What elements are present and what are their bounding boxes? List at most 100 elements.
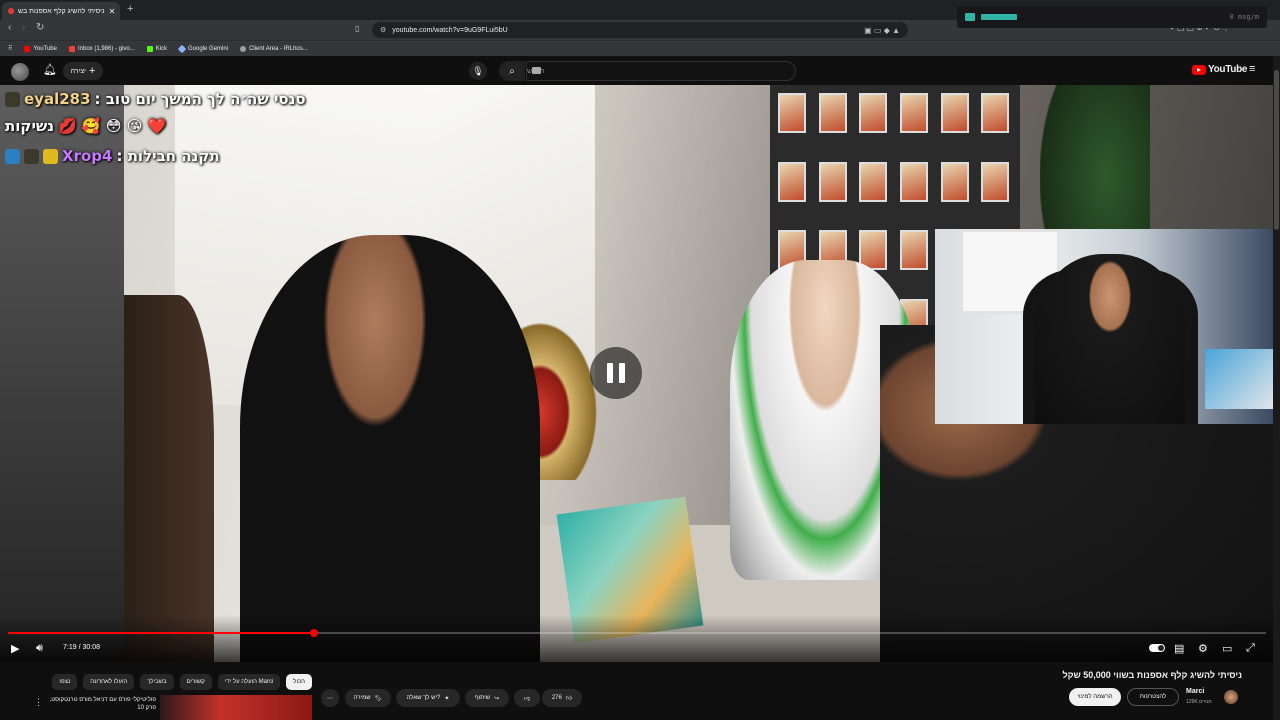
site-info-icon[interactable]: ⚙ [380, 26, 386, 34]
channel-name[interactable]: Marci [1186, 688, 1204, 695]
chat-text: : תקנה חבילות [116, 147, 220, 165]
time-display: 7:19 / 30:08 [63, 644, 100, 651]
sparkle-icon: ✦ [444, 695, 450, 702]
ask-button[interactable]: יש לך שאלה? ✦ [396, 689, 460, 707]
youtube-play-icon [1192, 64, 1206, 75]
video-person-center [240, 235, 540, 662]
chat-message: eyal283 : סנסי שה׳ה לך המשך יום טוב [5, 90, 306, 108]
subscribe-button[interactable]: הרשמה למינוי [1069, 688, 1121, 706]
close-tab-icon[interactable]: ✕ [109, 7, 116, 16]
gmail-icon [68, 45, 75, 52]
share-button[interactable]: שיתוף ↪ [465, 689, 509, 707]
play-icon[interactable]: ▶ [11, 642, 19, 655]
bookmark-item[interactable]: Client Area - IRLhos... [240, 45, 308, 52]
save-button[interactable]: שמירה 🔖︎ [345, 689, 391, 707]
account-avatar[interactable] [11, 63, 29, 81]
crown-badge-icon [43, 148, 58, 164]
thumbs-up-icon: 👍︎ [565, 696, 573, 702]
bookmark-icon: 🔖︎ [374, 695, 383, 702]
video-frame-left [0, 85, 124, 662]
bookmark-page-icon[interactable]: ▯ [355, 24, 359, 33]
create-button[interactable]: יצירה + [63, 62, 103, 80]
user-badge-icon [5, 148, 20, 164]
apps-icon[interactable]: ⠿ [8, 45, 12, 52]
bookmark-item[interactable]: YouTube [24, 45, 57, 52]
url-text: youtube.com/watch?v=9uG9FLui5bU [392, 26, 508, 34]
url-field[interactable]: ⚙ youtube.com/watch?v=9uG9FLui5bU ▣ ▭ ◆ … [372, 22, 908, 38]
chat-icon [965, 13, 975, 21]
gemini-icon [177, 44, 187, 53]
bookmark-item[interactable]: Inbox (1,986) - givo... [68, 45, 135, 52]
chat-message: Xrop4 : תקנה חבילות [5, 147, 220, 165]
youtube-icon [24, 45, 31, 52]
like-count: 276 [551, 695, 562, 701]
user-badge-icon [5, 91, 20, 107]
scrollbar-thumb[interactable] [1274, 70, 1279, 230]
volume-icon[interactable]: 🔊︎ [36, 642, 43, 655]
globe-icon [240, 45, 247, 52]
chip-uploaded-by[interactable]: הועלה על ידי Marci [217, 674, 281, 690]
thumbs-down-icon: 👎︎ [523, 696, 531, 702]
chip-all[interactable]: הכול [286, 674, 312, 690]
share-icon: ↪ [494, 695, 500, 702]
pause-icon[interactable] [590, 347, 642, 399]
chip-for-you[interactable]: בשבילך [140, 674, 174, 690]
browser-tab[interactable]: ניסיתי להשיג קלף אספנות בש ✕ [2, 2, 120, 20]
recommendation-thumbnail[interactable] [160, 695, 312, 720]
chip-watched[interactable]: נצפו [52, 674, 78, 690]
youtube-logo[interactable]: YouTube [1192, 64, 1248, 75]
join-button[interactable]: להצטרפות [1127, 688, 1179, 706]
recommendation-title[interactable]: פוליטיקלי פורס עם דניאל מורס טרנטקוסט, פ… [44, 696, 156, 712]
forward-icon[interactable]: › [22, 22, 25, 33]
video-person-left [124, 295, 214, 662]
chat-rate-bar [981, 14, 1017, 20]
chip-related[interactable]: קשורים [179, 674, 212, 690]
kick-icon [146, 45, 153, 52]
controls-gradient [0, 615, 1273, 662]
chat-text: : סנסי שה׳ה לך המשך יום טוב [94, 90, 306, 108]
fullscreen-icon[interactable]: ⤢ [1246, 642, 1255, 655]
autoplay-toggle[interactable] [1149, 644, 1165, 652]
channel-avatar[interactable] [1224, 690, 1238, 704]
theater-mode-icon[interactable]: ▭ [1222, 642, 1232, 655]
chip-recent[interactable]: הועלו לאחרונה [83, 674, 135, 690]
bookmark-item[interactable]: Google Gemini [177, 44, 228, 53]
progress-scrubber[interactable] [309, 629, 318, 637]
recommendation-more-icon[interactable]: ⋮ [34, 697, 43, 708]
chat-rate-text: 0 msg/m [1229, 13, 1259, 21]
menu-icon[interactable]: ≡ [1249, 63, 1255, 75]
chat-emotes: 💋 🥰 😳 😘 ❤️ [58, 117, 167, 135]
reload-icon[interactable]: ↻ [36, 22, 44, 33]
chat-message: נשיקות 💋 🥰 😳 😘 ❤️ [5, 117, 166, 135]
search-input[interactable]: חיפוש [526, 61, 796, 81]
dislike-button[interactable]: 👎︎ [514, 689, 540, 707]
tab-title: ניסיתי להשיג קלף אספנות בש [18, 7, 105, 15]
create-label: יצירה [70, 67, 86, 75]
more-actions-icon[interactable]: ⋯ [321, 689, 339, 707]
chat-username: Xrop4 [62, 147, 113, 165]
subtitles-icon[interactable]: ▤ [1174, 642, 1184, 655]
bookmarks-bar: ⠿ YouTube Inbox (1,986) - givo... Kick G… [0, 40, 1280, 56]
subscriber-count: 129K מנויים [1186, 699, 1212, 705]
new-tab-button[interactable]: + [127, 3, 133, 15]
webcam-overlay [935, 229, 1273, 424]
notifications-bell-icon[interactable]: 🔔︎ [43, 63, 57, 76]
webcam-pillow [1205, 349, 1273, 409]
plus-icon: + [88, 65, 96, 77]
chat-username: eyal283 [24, 90, 91, 108]
search-icon[interactable]: ⌕ [499, 61, 525, 81]
settings-icon[interactable]: ⚙ [1198, 642, 1208, 655]
back-icon[interactable]: ‹ [8, 22, 11, 33]
video-title: ניסיתי להשיג קלף אספנות בשווי 50,000 שקל [1062, 670, 1242, 680]
voice-search-icon[interactable]: 🎙︎ [469, 62, 487, 80]
extensions-icons[interactable]: ▣ ▭ ◆ ▲ [864, 26, 900, 35]
like-button[interactable]: 276 👍︎ [542, 689, 582, 707]
user-badge-icon [24, 148, 39, 164]
keyboard-icon[interactable] [532, 67, 541, 74]
webcam-person [1035, 254, 1185, 424]
recommendation-chips: הכול הועלה על ידי Marci קשורים בשבילך הו… [52, 674, 312, 690]
recording-icon [8, 8, 14, 14]
chat-text: נשיקות [5, 117, 55, 135]
bookmark-item[interactable]: Kick [146, 45, 167, 52]
progress-fill [8, 632, 314, 634]
